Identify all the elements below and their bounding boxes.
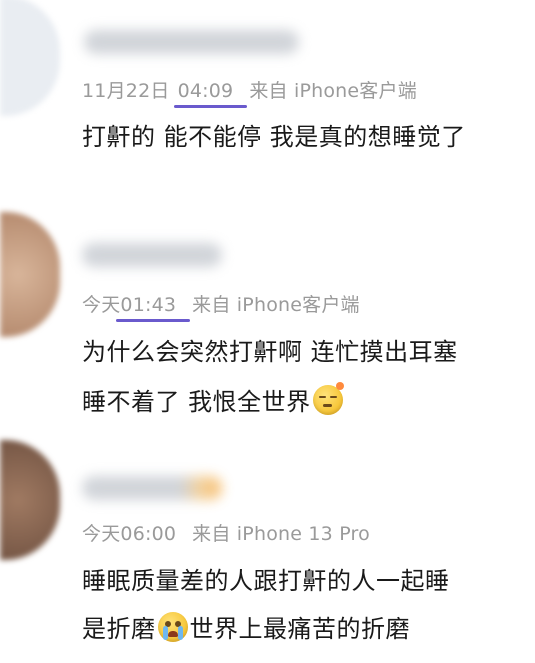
sleepy-face-icon xyxy=(312,382,344,415)
comment-source: 来自 iPhone 13 Pro xyxy=(192,523,370,545)
comment-text: 为什么会突然打鼾啊 连忙摸出耳塞 xyxy=(82,338,458,366)
comment-time: 06:00 xyxy=(120,523,177,545)
username-blurred[interactable] xyxy=(82,243,222,267)
avatar[interactable] xyxy=(0,440,60,560)
comment-date: 11月22日 xyxy=(82,80,170,102)
comment-text: 睡不着了 我恨全世界 xyxy=(82,382,345,417)
comment-source: 来自 iPhone客户端 xyxy=(192,294,360,316)
comment-text: 是折磨 世界上最痛苦的折磨 xyxy=(82,609,410,644)
comment-date: 今天 xyxy=(82,523,121,545)
comment-time: 04:09 xyxy=(173,80,248,108)
comment-meta: 今天01:43 来自 iPhone客户端 xyxy=(82,290,360,322)
comment-date: 今天 xyxy=(82,294,121,316)
comment-text-line: 世界上最痛苦的折磨 xyxy=(189,615,410,643)
comment-meta: 11月22日 04:09 来自 iPhone客户端 xyxy=(82,76,417,108)
comment-text-line: 是折磨 xyxy=(82,615,156,643)
comment-text-line: 睡不着了 我恨全世界 xyxy=(82,388,311,416)
comment-meta: 今天06:00 来自 iPhone 13 Pro xyxy=(82,519,370,546)
username-blurred[interactable] xyxy=(84,30,299,54)
username-blurred[interactable] xyxy=(82,476,222,500)
avatar[interactable] xyxy=(0,0,60,116)
comment-text: 打鼾的 能不能停 我是真的想睡觉了 xyxy=(82,123,466,151)
comment-text: 睡眠质量差的人跟打鼾的人一起睡 xyxy=(82,567,450,595)
avatar[interactable] xyxy=(0,212,60,337)
crying-face-icon xyxy=(157,612,188,642)
comment-time: 01:43 xyxy=(116,294,190,322)
comment-feed: 11月22日 04:09 来自 iPhone客户端 打鼾的 能不能停 我是真的想睡觉… xyxy=(0,0,535,663)
comment-source: 来自 iPhone客户端 xyxy=(249,80,417,102)
